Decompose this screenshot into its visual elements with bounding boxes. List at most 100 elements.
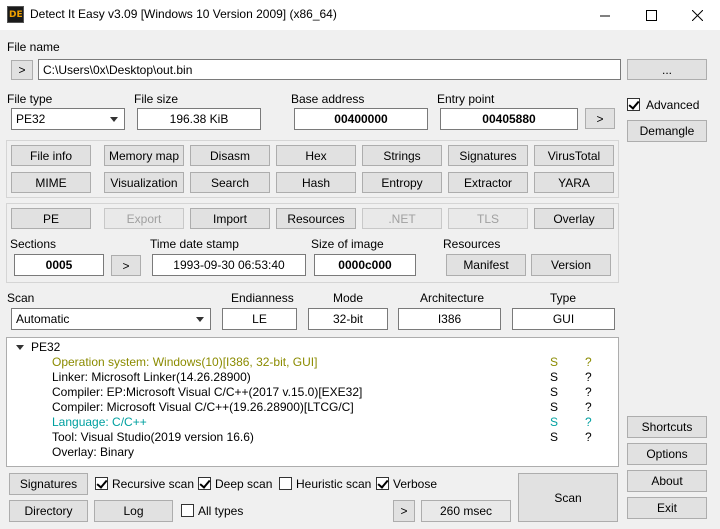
browse-button[interactable]: ... [627, 59, 707, 80]
chevron-down-icon [196, 317, 204, 322]
result-info-link[interactable]: ? [585, 385, 592, 399]
file-size-label: File size [134, 92, 179, 106]
timestamp-value: 1993-09-30 06:53:40 [152, 254, 306, 276]
result-row[interactable]: Overlay: Binary [52, 445, 134, 459]
scan-mode-select[interactable]: Automatic [11, 308, 211, 330]
version-button[interactable]: Version [531, 254, 611, 276]
exit-button[interactable]: Exit [627, 497, 707, 519]
mode-value: 32-bit [308, 308, 388, 330]
sections-label: Sections [10, 237, 57, 251]
result-row[interactable]: Linker: Microsoft Linker(14.26.28900) [52, 370, 251, 384]
result-row[interactable]: Compiler: EP:Microsoft Visual C/C++(2017… [52, 385, 362, 399]
result-status: S [550, 385, 559, 399]
entry-point-label: Entry point [437, 92, 495, 106]
tool-visualization-button[interactable]: Visualization [104, 172, 184, 193]
result-status: S [550, 400, 559, 414]
all-types-label: All types [198, 504, 244, 518]
tool-hash-button[interactable]: Hash [276, 172, 356, 193]
resources-label: Resources [443, 237, 501, 251]
app-logo-icon: DE [7, 6, 24, 23]
sections-value: 0005 [14, 254, 104, 276]
shortcuts-button[interactable]: Shortcuts [627, 416, 707, 438]
tree-collapse-icon[interactable] [16, 345, 24, 350]
sections-button[interactable]: > [111, 255, 141, 276]
file-type-label: File type [7, 92, 53, 106]
directory-button[interactable]: Directory [9, 500, 88, 522]
tool-extractor-button[interactable]: Extractor [448, 172, 528, 193]
verbose-checkbox[interactable] [376, 477, 389, 490]
tool-yara-button[interactable]: YARA [534, 172, 614, 193]
entry-point-button[interactable]: > [585, 108, 615, 129]
base-address-value: 00400000 [294, 108, 428, 130]
tool-file-info-button[interactable]: File info [11, 145, 91, 166]
type-value: GUI [512, 308, 615, 330]
log-button[interactable]: Log [94, 500, 173, 522]
maximize-icon[interactable] [628, 0, 674, 30]
tls-button[interactable]: TLS [448, 208, 528, 229]
minimize-icon[interactable] [582, 0, 628, 30]
result-info-link[interactable]: ? [585, 370, 592, 384]
import-button[interactable]: Import [190, 208, 270, 229]
tool-disasm-button[interactable]: Disasm [190, 145, 270, 166]
result-info-link[interactable]: ? [585, 400, 592, 414]
tool-mime-button[interactable]: MIME [11, 172, 91, 193]
entry-point-value: 00405880 [440, 108, 578, 130]
file-type-value: PE32 [16, 112, 46, 126]
all-types-checkbox[interactable] [181, 504, 194, 517]
options-button[interactable]: Options [627, 443, 707, 465]
time-button[interactable]: > [393, 500, 415, 522]
tool-hex-button[interactable]: Hex [276, 145, 356, 166]
tool-signatures-button[interactable]: Signatures [448, 145, 528, 166]
scan-results-tree[interactable]: PE32 Operation system: Windows(10)[I386,… [6, 337, 619, 467]
advanced-label: Advanced [646, 98, 700, 112]
file-path-field[interactable]: C:\Users\0x\Desktop\out.bin [38, 59, 621, 80]
result-info-link[interactable]: ? [585, 415, 592, 429]
scan-time-value: 260 msec [421, 500, 511, 522]
deep-scan-checkbox[interactable] [198, 477, 211, 490]
overlay-button[interactable]: Overlay [534, 208, 614, 229]
file-type-select[interactable]: PE32 [11, 108, 125, 130]
tool-strings-button[interactable]: Strings [362, 145, 442, 166]
result-row[interactable]: Tool: Visual Studio(2019 version 16.6) [52, 430, 254, 444]
tool-memory-map-button[interactable]: Memory map [104, 145, 184, 166]
result-status: S [550, 415, 559, 429]
architecture-label: Architecture [420, 291, 485, 305]
heuristic-scan-checkbox[interactable] [279, 477, 292, 490]
base-address-label: Base address [291, 92, 365, 106]
file-size-value: 196.38 KiB [137, 108, 261, 130]
demangle-button[interactable]: Demangle [627, 120, 707, 142]
file-name-label: File name [7, 40, 60, 54]
window-title: Detect It Easy v3.09 [Windows 10 Version… [30, 7, 337, 21]
result-info-link[interactable]: ? [585, 430, 592, 444]
scan-button[interactable]: Scan [518, 473, 618, 522]
export-button[interactable]: Export [104, 208, 184, 229]
signatures-button[interactable]: Signatures [9, 473, 88, 495]
pe-button[interactable]: PE [11, 208, 91, 229]
about-button[interactable]: About [627, 470, 707, 492]
tool-virustotal-button[interactable]: VirusTotal [534, 145, 614, 166]
timestamp-label: Time date stamp [150, 237, 239, 251]
tool-search-button[interactable]: Search [190, 172, 270, 193]
tool-entropy-button[interactable]: Entropy [362, 172, 442, 193]
advanced-checkbox[interactable] [627, 98, 640, 111]
recursive-scan-checkbox[interactable] [95, 477, 108, 490]
recursive-scan-label: Recursive scan [112, 477, 195, 491]
manifest-button[interactable]: Manifest [446, 254, 526, 276]
close-icon[interactable] [674, 0, 720, 30]
scan-mode-value: Automatic [16, 312, 70, 326]
mode-label: Mode [333, 291, 364, 305]
size-of-image-label: Size of image [311, 237, 384, 251]
result-row[interactable]: Operation system: Windows(10)[I386, 32-b… [52, 355, 317, 369]
resources-button[interactable]: Resources [276, 208, 356, 229]
result-row[interactable]: Compiler: Microsoft Visual C/C++(19.26.2… [52, 400, 354, 414]
architecture-value: I386 [398, 308, 501, 330]
open-file-button[interactable]: > [11, 60, 33, 80]
result-info-link[interactable]: ? [585, 355, 592, 369]
heuristic-scan-label: Heuristic scan [296, 477, 372, 491]
chevron-down-icon [110, 117, 118, 122]
result-row[interactable]: Language: C/C++ [52, 415, 147, 429]
net-button[interactable]: .NET [362, 208, 442, 229]
result-root: PE32 [31, 340, 61, 354]
endianness-value: LE [222, 308, 297, 330]
size-of-image-value: 0000c000 [314, 254, 416, 276]
